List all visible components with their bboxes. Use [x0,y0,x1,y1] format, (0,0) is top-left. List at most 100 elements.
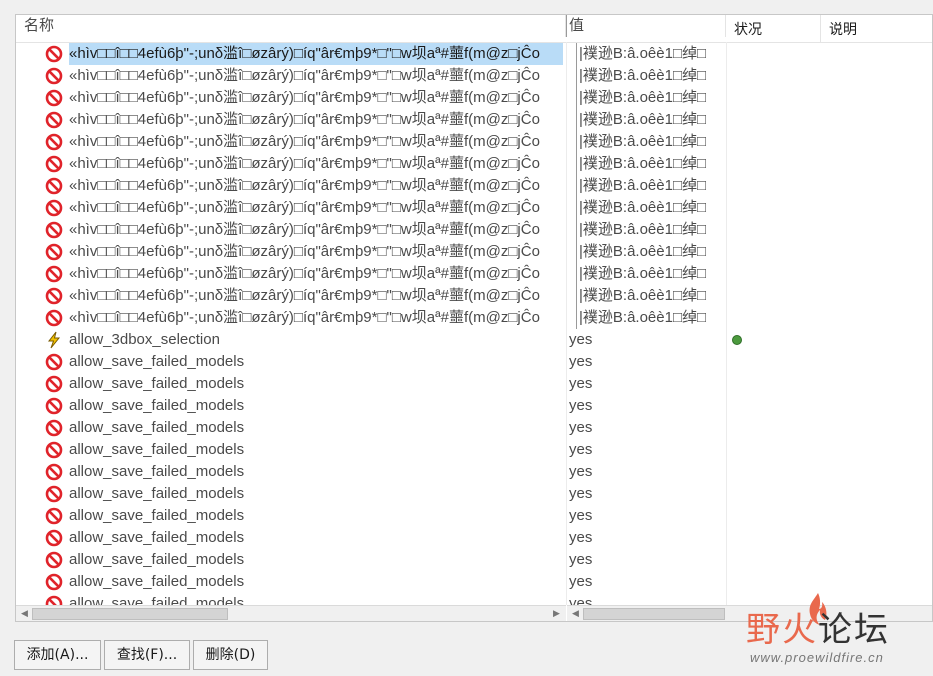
column-header-status[interactable]: 状况 [726,15,821,42]
option-value[interactable]: yes [567,439,717,461]
table-row[interactable]: «hìv□□î□□4efù6þ"-;unδ滥î□øzârý)□íq"âr€mþ9… [16,65,932,87]
table-row[interactable]: allow_save_failed_models yes [16,439,932,461]
option-value[interactable]: yes [567,527,717,549]
no-entry-icon [45,419,63,437]
table-row[interactable]: «hìv□□î□□4efù6þ"-;unδ滥î□øzârý)□íq"âr€mþ9… [16,285,932,307]
table-row[interactable]: allow_save_failed_models yes [16,417,932,439]
table-row[interactable]: «hìv□□î□□4efù6þ"-;unδ滥î□øzârý)□íq"âr€mþ9… [16,241,932,263]
option-value[interactable]: |襆逊B:â.oêè1□绰□ [576,219,722,241]
table-row[interactable]: allow_save_failed_models yes [16,395,932,417]
scroll-right-arrow-icon[interactable]: ▶ [551,608,562,620]
option-value[interactable]: |襆逊B:â.oêè1□绰□ [576,87,722,109]
table-row[interactable]: allow_save_failed_models yes [16,483,932,505]
no-entry-icon [45,111,63,129]
option-value[interactable]: yes [567,549,717,571]
option-value[interactable]: yes [567,417,717,439]
delete-button[interactable]: 删除(D) [193,640,268,670]
table-row[interactable]: «hìv□□î□□4efù6þ"-;unδ滥î□øzârý)□íq"âr€mþ9… [16,109,932,131]
table-row[interactable]: allow_save_failed_models yes [16,351,932,373]
option-value[interactable]: |襆逊B:â.oêè1□绰□ [576,307,722,329]
table-row[interactable]: «hìv□□î□□4efù6þ"-;unδ滥î□øzârý)□íq"âr€mþ9… [16,175,932,197]
scrollbar-thumb[interactable] [32,608,228,620]
table-row[interactable]: allow_save_failed_models yes [16,505,932,527]
option-name: «hìv□□î□□4efù6þ"-;unδ滥î□øzârý)□íq"âr€mþ9… [69,265,540,282]
add-button[interactable]: 添加(A)... [14,640,101,670]
option-name: allow_save_failed_models [69,353,245,370]
lightning-icon [45,331,63,349]
table-row[interactable]: «hìv□□î□□4efù6þ"-;unδ滥î□øzârý)□íq"âr€mþ9… [16,87,932,109]
option-name: allow_save_failed_models [69,573,245,590]
watermark-title: 野火论坛 [746,610,890,650]
option-value[interactable]: |襆逊B:â.oêè1□绰□ [576,43,722,65]
option-value[interactable]: yes [567,593,717,605]
find-button[interactable]: 查找(F)... [104,640,190,670]
option-value[interactable]: |襆逊B:â.oêè1□绰□ [576,65,722,87]
no-entry-icon [45,155,63,173]
table-row[interactable]: allow_save_failed_models yes [16,571,932,593]
status-ok-icon [732,335,742,345]
table-row[interactable]: «hìv□□î□□4efù6þ"-;unδ滥î□øzârý)□íq"âr€mþ9… [16,153,932,175]
option-value[interactable]: yes [567,505,717,527]
scroll-left-arrow-icon[interactable]: ◀ [570,608,581,620]
no-entry-icon [45,199,63,217]
table-row[interactable]: allow_save_failed_models yes [16,527,932,549]
option-name: allow_save_failed_models [69,551,245,568]
option-value[interactable]: |襆逊B:â.oêè1□绰□ [576,131,722,153]
option-name: «hìv□□î□□4efù6þ"-;unδ滥î□øzârý)□íq"âr€mþ9… [69,199,540,216]
no-entry-icon [45,89,63,107]
scrollbar-thumb[interactable] [583,608,725,620]
option-value[interactable]: yes [567,351,717,373]
option-name: allow_save_failed_models [69,397,245,414]
option-value[interactable]: yes [567,571,717,593]
option-name: allow_3dbox_selection [69,331,220,348]
option-value[interactable]: |襆逊B:â.oêè1□绰□ [576,197,722,219]
option-name: allow_save_failed_models [69,463,245,480]
option-value[interactable]: |襆逊B:â.oêè1□绰□ [576,285,722,307]
name-column-scrollbar[interactable]: ◀ ▶ [16,605,566,621]
option-value[interactable]: yes [567,461,717,483]
table-row[interactable]: allow_save_failed_models yes [16,373,932,395]
no-entry-icon [45,287,63,305]
option-name: «hìv□□î□□4efù6þ"-;unδ滥î□øzârý)□íq"âr€mþ9… [69,309,540,326]
option-name: «hìv□□î□□4efù6þ"-;unδ滥î□øzârý)□íq"âr€mþ9… [69,67,540,84]
option-name: «hìv□□î□□4efù6þ"-;unδ滥î□øzârý)□íq"âr€mþ9… [69,111,540,128]
column-header-description[interactable]: 说明 [821,15,932,42]
option-name: «hìv□□î□□4efù6þ"-;unδ滥î□øzârý)□íq"âr€mþ9… [69,43,563,65]
option-value[interactable]: |襆逊B:â.oêè1□绰□ [576,263,722,285]
table-row[interactable]: allow_3dbox_selection yes [16,329,932,351]
option-name: allow_save_failed_models [69,529,245,546]
no-entry-icon [45,551,63,569]
table-row[interactable]: «hìv□□î□□4efù6þ"-;unδ滥î□øzârý)□íq"âr€mþ9… [16,307,932,329]
option-name: «hìv□□î□□4efù6þ"-;unδ滥î□øzârý)□íq"âr€mþ9… [69,133,540,150]
column-header-value[interactable]: 值 [566,15,726,37]
options-grid: 名称 值 状况 说明 «hìv□□î□□4efù6þ"-;unδ滥î□øzârý… [15,14,933,622]
table-row[interactable]: allow_save_failed_models yes [16,461,932,483]
no-entry-icon [45,441,63,459]
option-value[interactable]: yes [567,373,717,395]
option-value[interactable]: |襆逊B:â.oêè1□绰□ [576,175,722,197]
no-entry-icon [45,67,63,85]
column-header-name[interactable]: 名称 [16,15,566,37]
option-name: allow_save_failed_models [69,485,245,502]
option-value[interactable]: |襆逊B:â.oêè1□绰□ [576,153,722,175]
table-row[interactable]: «hìv□□î□□4efù6þ"-;unδ滥î□øzârý)□íq"âr€mþ9… [16,131,932,153]
scroll-left-arrow-icon[interactable]: ◀ [19,608,30,620]
option-name: allow_save_failed_models [69,507,245,524]
table-row[interactable]: «hìv□□î□□4efù6þ"-;unδ滥î□øzârý)□íq"âr€mþ9… [16,43,932,65]
table-row[interactable]: «hìv□□î□□4efù6þ"-;unδ滥î□øzârý)□íq"âr€mþ9… [16,263,932,285]
no-entry-icon [45,45,63,63]
table-row[interactable]: «hìv□□î□□4efù6þ"-;unδ滥î□øzârý)□íq"âr€mþ9… [16,219,932,241]
option-value[interactable]: yes [567,395,717,417]
no-entry-icon [45,265,63,283]
table-row[interactable]: «hìv□□î□□4efù6þ"-;unδ滥î□øzârý)□íq"âr€mþ9… [16,197,932,219]
grid-rows: «hìv□□î□□4efù6þ"-;unδ滥î□øzârý)□íq"âr€mþ9… [16,42,932,605]
option-name: «hìv□□î□□4efù6þ"-;unδ滥î□øzârý)□íq"âr€mþ9… [69,177,540,194]
option-name: «hìv□□î□□4efù6þ"-;unδ滥î□øzârý)□íq"âr€mþ9… [69,155,540,172]
option-value[interactable]: yes [567,483,717,505]
option-value[interactable]: |襆逊B:â.oêè1□绰□ [576,241,722,263]
option-name: allow_save_failed_models [69,375,245,392]
table-row[interactable]: allow_save_failed_models yes [16,549,932,571]
option-value[interactable]: |襆逊B:â.oêè1□绰□ [576,109,722,131]
option-value[interactable]: yes [567,329,717,351]
option-name: allow_save_failed_models [69,441,245,458]
